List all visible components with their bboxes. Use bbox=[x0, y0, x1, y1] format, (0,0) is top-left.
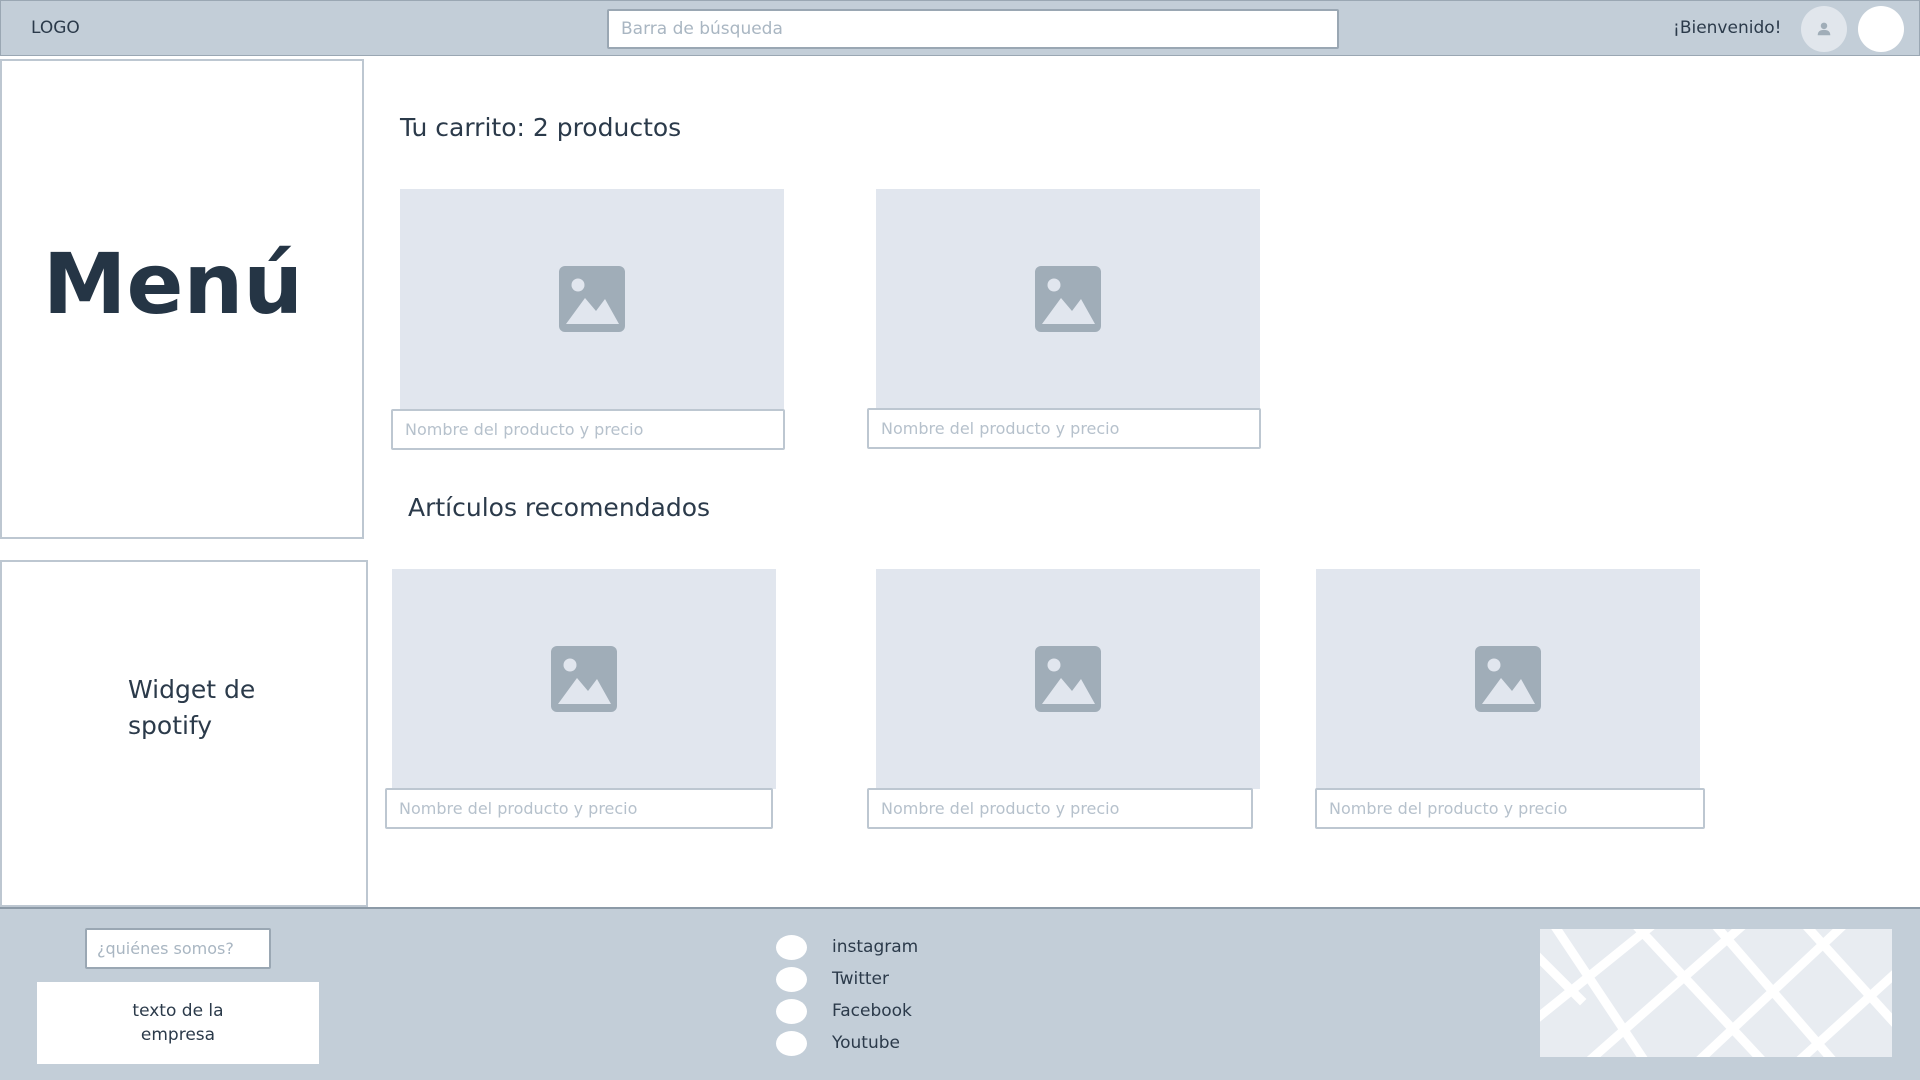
recommended-product-field-3[interactable] bbox=[1315, 788, 1705, 829]
image-placeholder-icon bbox=[1035, 646, 1101, 712]
social-label: instagram bbox=[832, 937, 919, 957]
company-text-box: texto de la empresa bbox=[37, 982, 319, 1064]
social-link-facebook[interactable]: Facebook bbox=[776, 995, 918, 1027]
cart-title: Tu carrito: 2 productos bbox=[400, 113, 682, 142]
recommended-product-image-2[interactable] bbox=[876, 569, 1260, 789]
menu-panel[interactable]: Menú bbox=[0, 59, 364, 539]
social-link-instagram[interactable]: instagram bbox=[776, 931, 918, 963]
cart-product-field-2[interactable] bbox=[867, 408, 1261, 449]
recommended-product-image-1[interactable] bbox=[392, 569, 776, 789]
image-placeholder-icon bbox=[551, 646, 617, 712]
location-map[interactable] bbox=[1540, 929, 1892, 1057]
youtube-icon bbox=[776, 1030, 807, 1056]
welcome-text: ¡Bienvenido! bbox=[1673, 18, 1782, 38]
cart-product-image-1[interactable] bbox=[400, 189, 784, 409]
cart-product-field-1[interactable] bbox=[391, 409, 785, 450]
recommended-title: Artículos recomendados bbox=[408, 493, 711, 522]
facebook-icon bbox=[776, 998, 807, 1024]
user-account-button[interactable] bbox=[1801, 6, 1847, 52]
recommended-product-image-3[interactable] bbox=[1316, 569, 1700, 789]
logo[interactable]: LOGO bbox=[31, 18, 80, 38]
search-input[interactable] bbox=[607, 9, 1339, 49]
map-graphic bbox=[1540, 929, 1892, 1057]
footer: texto de la empresa instagram Twitter Fa… bbox=[0, 907, 1920, 1080]
user-icon bbox=[1817, 22, 1831, 36]
twitter-icon bbox=[776, 966, 807, 992]
menu-title: Menú bbox=[42, 235, 304, 333]
social-label: Youtube bbox=[832, 1033, 900, 1053]
social-link-youtube[interactable]: Youtube bbox=[776, 1027, 918, 1059]
instagram-icon bbox=[776, 934, 807, 960]
spotify-widget[interactable]: Widget de spotify bbox=[0, 560, 368, 907]
image-placeholder-icon bbox=[1475, 646, 1541, 712]
recommended-product-field-1[interactable] bbox=[385, 788, 773, 829]
cart-product-image-2[interactable] bbox=[876, 189, 1260, 409]
about-us-input[interactable] bbox=[85, 928, 271, 969]
recommended-product-field-2[interactable] bbox=[867, 788, 1253, 829]
social-label: Twitter bbox=[832, 969, 889, 989]
image-placeholder-icon bbox=[1035, 266, 1101, 332]
social-link-twitter[interactable]: Twitter bbox=[776, 963, 918, 995]
spotify-widget-label: Widget de spotify bbox=[128, 675, 256, 740]
company-text: texto de la empresa bbox=[132, 1001, 224, 1045]
social-links: instagram Twitter Facebook Youtube bbox=[776, 931, 918, 1059]
social-label: Facebook bbox=[832, 1001, 912, 1021]
top-bar: LOGO ¡Bienvenido! bbox=[0, 0, 1920, 56]
image-placeholder-icon bbox=[559, 266, 625, 332]
profile-circle-button[interactable] bbox=[1858, 6, 1904, 52]
